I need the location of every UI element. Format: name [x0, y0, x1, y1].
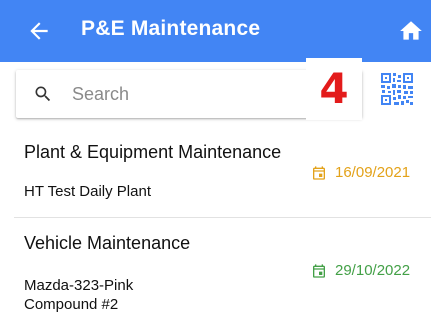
calendar-icon: [313, 263, 325, 278]
item-date: 29/10/2022: [311, 262, 410, 279]
item-date-text: 29/10/2022: [335, 262, 411, 279]
page-title: P&E Maintenance: [81, 17, 261, 40]
search-icon: [35, 86, 51, 102]
arrow-left-icon[interactable]: [26, 18, 52, 44]
item-subtitle: Mazda-323-Pink Compound #2: [24, 277, 134, 313]
item-date-text: 16/09/2021: [335, 164, 411, 181]
calendar-icon: [313, 165, 325, 180]
item-title: Plant & Equipment Maintenance: [24, 142, 282, 162]
home-icon[interactable]: [398, 18, 424, 44]
divider: [14, 217, 431, 218]
item-date: 16/09/2021: [311, 164, 410, 181]
app-bar: P&E Maintenance: [0, 0, 431, 62]
count-badge: 4: [306, 58, 362, 120]
qr-code-icon[interactable]: [380, 72, 414, 106]
item-title: Vehicle Maintenance: [24, 233, 191, 253]
item-subtitle: HT Test Daily Plant: [24, 183, 151, 200]
search-input[interactable]: [72, 78, 312, 110]
